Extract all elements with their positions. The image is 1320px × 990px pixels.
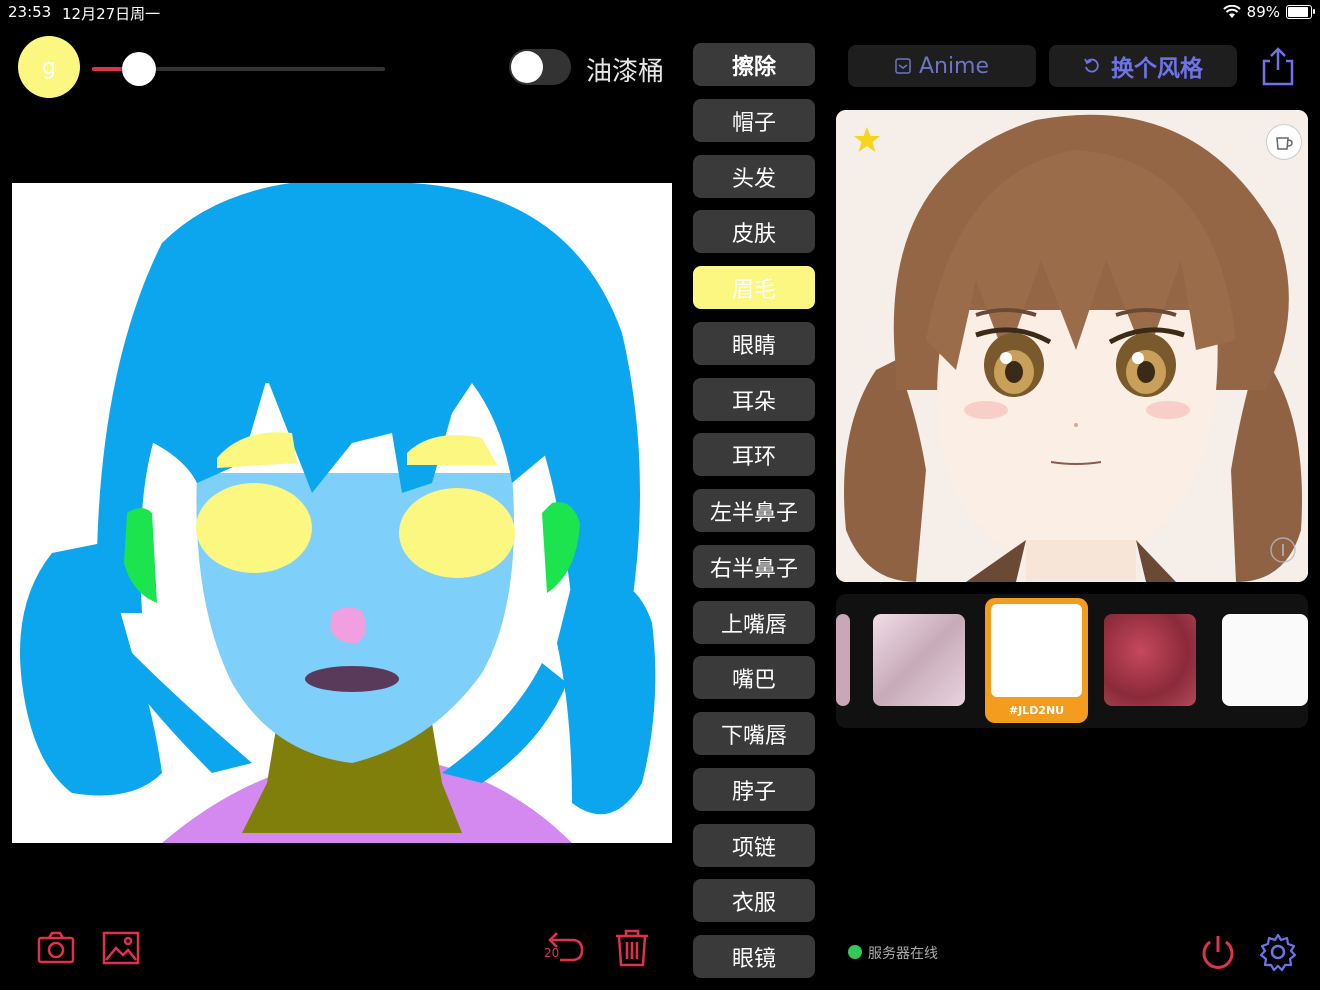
thumbnail[interactable] — [836, 614, 850, 706]
label-button[interactable]: 眼镜 — [693, 935, 815, 978]
label-button[interactable]: 擦除 — [693, 43, 815, 86]
thumbnail-selected[interactable]: #JLD2NU — [985, 598, 1088, 723]
wifi-icon — [1222, 5, 1241, 18]
refresh-icon — [1084, 58, 1099, 73]
brush-color-picker[interactable]: g — [18, 36, 80, 98]
label-button[interactable]: 右半鼻子 — [693, 545, 815, 588]
label-button[interactable]: 嘴巴 — [693, 656, 815, 699]
battery-percent: 89% — [1246, 3, 1280, 21]
paint-bucket-label: 油漆桶 — [586, 57, 665, 87]
status-date: 12月27日周一 — [62, 5, 161, 23]
info-icon[interactable] — [1268, 535, 1298, 565]
undo-button[interactable]: 20 — [540, 928, 585, 968]
thumbnail[interactable] — [1104, 614, 1196, 706]
label-button[interactable]: 左半鼻子 — [693, 489, 815, 532]
label-button[interactable]: 下嘴唇 — [693, 712, 815, 755]
undo-count: 20 — [544, 946, 560, 960]
thumbnail-image — [991, 604, 1082, 697]
image-icon[interactable] — [101, 928, 141, 968]
thumbnail[interactable] — [1222, 614, 1308, 706]
label-button[interactable]: 头发 — [693, 155, 815, 198]
change-style-label: 换个风格 — [1111, 56, 1203, 82]
checkbox-icon — [895, 58, 911, 74]
camera-icon[interactable] — [36, 928, 76, 968]
paint-bucket-toggle[interactable] — [509, 49, 571, 85]
status-time: 23:53 — [8, 3, 52, 21]
toggle-knob — [511, 51, 543, 83]
gear-icon[interactable] — [1258, 932, 1298, 972]
share-icon[interactable] — [1260, 46, 1296, 86]
style-current: Anime — [918, 53, 990, 79]
power-icon[interactable] — [1198, 932, 1238, 972]
segmentation-canvas[interactable] — [12, 183, 672, 843]
server-status-dot — [848, 945, 862, 959]
label-button[interactable]: 衣服 — [693, 879, 815, 922]
battery-icon — [1286, 5, 1315, 19]
label-button[interactable]: 耳朵 — [693, 378, 815, 421]
label-button[interactable]: 眼睛 — [693, 322, 815, 365]
label-button[interactable]: 脖子 — [693, 768, 815, 811]
change-style-button[interactable]: 换个风格 — [1049, 45, 1237, 87]
trash-icon[interactable] — [612, 928, 652, 968]
cup-icon[interactable] — [1266, 124, 1302, 160]
generated-anime-image — [836, 110, 1308, 582]
label-button[interactable]: 上嘴唇 — [693, 601, 815, 644]
label-button[interactable]: 眉毛 — [693, 266, 815, 309]
style-select-button[interactable]: Anime — [848, 45, 1036, 87]
star-icon[interactable] — [852, 125, 882, 155]
label-button[interactable]: 耳环 — [693, 433, 815, 476]
label-button[interactable]: 帽子 — [693, 99, 815, 142]
server-status: 服务器在线 — [868, 946, 938, 962]
brush-letter: g — [42, 54, 56, 80]
status-indicators: 89% — [1222, 3, 1315, 21]
label-button[interactable]: 项链 — [693, 824, 815, 867]
thumbnail-code: #JLD2NU — [1008, 704, 1065, 717]
label-button[interactable]: 皮肤 — [693, 210, 815, 253]
brush-size-slider-thumb[interactable] — [122, 52, 156, 86]
thumbnail[interactable] — [873, 614, 965, 706]
